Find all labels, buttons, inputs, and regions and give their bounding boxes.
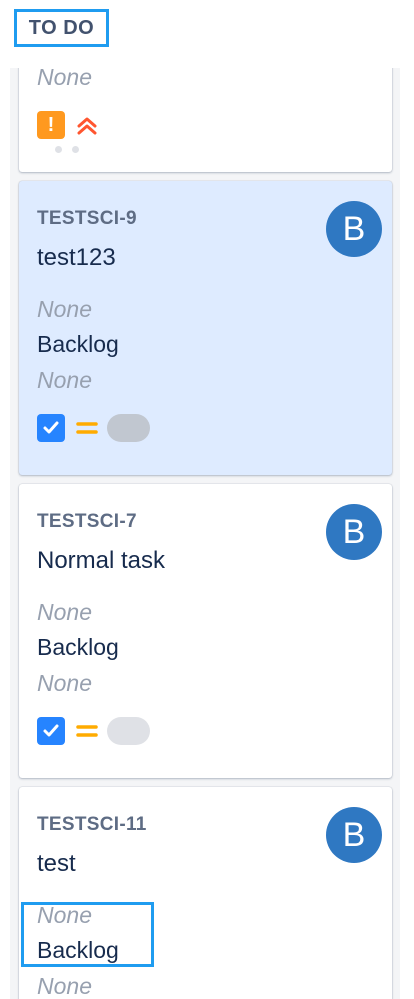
issue-card[interactable]: None !: [19, 68, 392, 172]
issue-summary: test: [37, 850, 76, 877]
issue-card-testsci-7[interactable]: TESTSCI-7 Normal task B None Backlog Non…: [19, 484, 392, 778]
issue-summary: Normal task: [37, 547, 166, 574]
medium-priority-icon: [76, 725, 98, 737]
issue-summary: test123: [37, 244, 116, 271]
checkbox-icon: [37, 717, 65, 745]
issue-key: TESTSCI-7: [37, 511, 137, 532]
card-status-field: Backlog: [37, 331, 119, 357]
board-column-todo: None ! TESTSCI-9 test123 B None Backlog …: [10, 68, 400, 999]
column-title: TO DO: [28, 16, 95, 39]
card-status-field: Backlog: [37, 634, 119, 660]
issue-key: TESTSCI-9: [37, 208, 137, 229]
highest-priority-icon: [77, 117, 97, 135]
issue-key: TESTSCI-11: [37, 814, 147, 835]
card-sprint-field: None: [37, 973, 92, 999]
card-icons: [37, 716, 150, 746]
estimate-pill: [107, 414, 150, 442]
card-epic-field: None: [37, 902, 92, 928]
assignee-avatar[interactable]: B: [326, 201, 382, 257]
assignee-avatar[interactable]: B: [326, 807, 382, 863]
issue-card-testsci-9[interactable]: TESTSCI-9 test123 B None Backlog None: [19, 181, 392, 475]
card-epic-field: None: [37, 68, 92, 90]
card-epic-field: None: [37, 599, 92, 625]
issue-card-testsci-11[interactable]: TESTSCI-11 test B None Backlog None: [19, 787, 392, 999]
estimate-pill: [107, 717, 150, 745]
card-status-field: Backlog: [37, 937, 119, 963]
column-header-todo: TO DO: [14, 9, 109, 47]
medium-priority-icon: [76, 422, 98, 434]
card-sprint-field: None: [37, 367, 92, 393]
card-epic-field: None: [37, 296, 92, 322]
checkbox-icon: [37, 414, 65, 442]
card-sprint-field: None: [37, 670, 92, 696]
card-icons: [37, 413, 150, 443]
warning-icon: !: [37, 111, 65, 139]
loading-dots: [55, 146, 79, 153]
card-icons: !: [37, 110, 99, 140]
assignee-avatar[interactable]: B: [326, 504, 382, 560]
